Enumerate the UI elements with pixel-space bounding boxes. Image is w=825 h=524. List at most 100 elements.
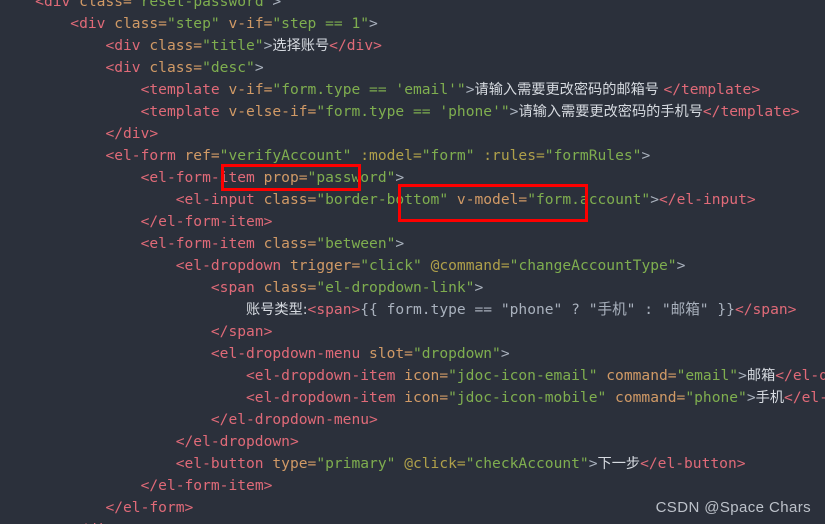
code-line: </span> <box>0 321 825 343</box>
code-token-str: "el-dropdown-link" <box>316 279 475 296</box>
code-token-atr: icon= <box>404 367 449 384</box>
code-token-pln: > <box>588 455 598 472</box>
code-token-han: 邮箱 <box>746 368 776 384</box>
code-token-tag: <el-input <box>175 191 264 208</box>
code-token-atr: class= <box>149 59 203 76</box>
code-line: <el-dropdown trigger="click" @command="c… <box>0 255 825 277</box>
code-token-tag: </el-form-item> <box>140 477 273 494</box>
code-line: <span class="el-dropdown-link"> <box>0 277 825 299</box>
code-token-str: "dropdown" <box>412 345 501 362</box>
code-token-pln: > <box>369 15 378 32</box>
code-line: <div class="desc"> <box>0 57 825 79</box>
code-token-str: "formRules" <box>544 147 642 164</box>
code-token-str: "jdoc-icon-email" <box>448 367 598 384</box>
code-token-han: 请输入需要更改密码的邮箱号 <box>474 82 664 98</box>
code-token-str: "jdoc-icon-mobile" <box>448 389 607 406</box>
code-token-str: "checkAccount" <box>465 455 589 472</box>
code-token-tag: </el-dropdown-menu> <box>210 411 378 428</box>
code-token-atr: icon= <box>404 389 449 406</box>
code-line: <template v-else-if="form.type == 'phone… <box>0 101 825 123</box>
code-token-tag: </el-input> <box>659 191 756 208</box>
code-line: <el-form-item prop="password"> <box>0 167 825 189</box>
code-block[interactable]: <div class="reset-password"> <div class=… <box>0 0 825 524</box>
code-token-str: "email" <box>676 367 739 384</box>
code-token-str: "step" <box>166 15 220 32</box>
code-token-han: 手机 <box>755 390 785 406</box>
code-line: <el-dropdown-item icon="jdoc-icon-mobile… <box>0 387 825 409</box>
code-token-tag: <template <box>140 81 229 98</box>
code-token-dir: :rules= <box>474 147 545 164</box>
code-token-str: "changeAccountType" <box>509 257 677 274</box>
code-token-han: 下一步 <box>597 456 641 472</box>
code-token-tag: </el-form-item> <box>140 213 273 230</box>
code-token-atr: slot= <box>369 345 413 362</box>
code-line: </div> <box>0 519 825 524</box>
code-token-mus: {{ form.type == "phone" ? "手机" : "邮箱" }} <box>360 301 735 318</box>
code-token-pln: > <box>746 389 756 406</box>
code-token-str: "border-bottom" <box>316 191 449 208</box>
code-token-str: "form.type == 'email'" <box>272 81 466 98</box>
code-token-tag: <el-dropdown-menu <box>210 345 370 362</box>
code-token-pln: > <box>395 169 405 186</box>
code-token-tag: <el-dropdown-item <box>246 389 405 406</box>
csdn-watermark: CSDN @Space Chars <box>655 499 811 516</box>
code-token-str: "reset-password" <box>131 0 273 10</box>
code-token-tag: </div> <box>329 37 382 54</box>
code-token-han: 请输入需要更改密码的手机号 <box>518 104 703 120</box>
code-token-tag: <div <box>35 0 80 10</box>
code-screenshot: <div class="reset-password"> <div class=… <box>0 0 825 524</box>
code-token-dir: @command= <box>421 257 510 274</box>
code-token-tag: </span> <box>210 323 273 340</box>
code-token-atr: class= <box>114 15 167 32</box>
code-token-pln: > <box>641 147 651 164</box>
code-line: </div> <box>0 123 825 145</box>
code-token-atr: class= <box>263 235 317 252</box>
code-line: <div class="reset-password"> <box>0 0 825 13</box>
code-token-tag: <div <box>105 59 150 76</box>
code-token-tag: <el-button <box>175 455 273 472</box>
code-token-atr: v-model= <box>448 191 528 208</box>
code-line: </el-dropdown-menu> <box>0 409 825 431</box>
code-line: 账号类型:<span>{{ form.type == "phone" ? "手机… <box>0 299 825 321</box>
code-token-tag: <template <box>140 103 229 120</box>
code-token-atr: class= <box>149 37 203 54</box>
code-token-str: "password" <box>307 169 396 186</box>
code-line: <el-form ref="verifyAccount" :model="for… <box>0 145 825 167</box>
code-token-tag: <div <box>70 15 115 32</box>
code-token-tag: <span> <box>307 301 361 318</box>
code-token-tag: <div <box>105 37 150 54</box>
code-token-atr: v-else-if= <box>228 103 317 120</box>
code-line: </el-dropdown> <box>0 431 825 453</box>
code-token-tag: </template> <box>663 81 761 98</box>
code-token-tag: </el-dropdown> <box>175 433 299 450</box>
code-line: <el-input class="border-bottom" v-model=… <box>0 189 825 211</box>
code-token-pln: > <box>254 59 264 76</box>
code-token-atr: prop= <box>263 169 308 186</box>
code-line: <el-button type="primary" @click="checkA… <box>0 453 825 475</box>
code-token-pln: > <box>395 235 405 252</box>
code-token-atr: class= <box>263 191 317 208</box>
code-token-str: "form.account" <box>527 191 651 208</box>
code-token-pln: > <box>272 0 282 10</box>
code-token-tag: </el-dropdown-item> <box>775 367 825 384</box>
code-token-pln: > <box>738 367 747 384</box>
code-token-str: "phone" <box>685 389 747 406</box>
